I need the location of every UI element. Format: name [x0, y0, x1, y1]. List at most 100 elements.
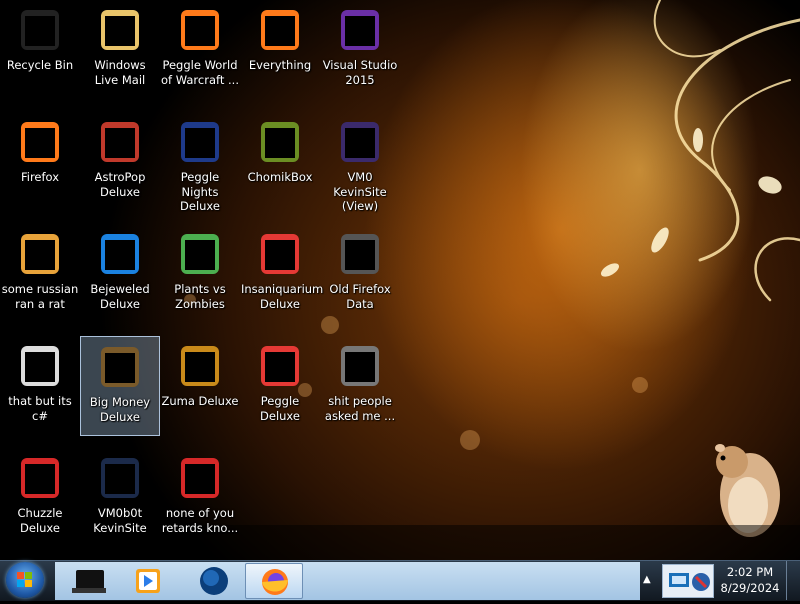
- desktop-icon-label: AstroPop Deluxe: [94, 170, 146, 199]
- redaction-box: [105, 240, 135, 270]
- peggle-icon: [255, 342, 305, 392]
- big-money-icon: [95, 343, 145, 393]
- vm-shortcut-icon: [95, 454, 145, 504]
- hamster-image: [715, 444, 780, 537]
- redaction-box: [25, 128, 55, 158]
- tray-icons: [662, 564, 714, 598]
- desktop-icon-label: Windows Live Mail: [94, 58, 146, 87]
- redaction-box: [25, 352, 55, 382]
- desktop-icon-label: Everything: [248, 58, 312, 72]
- desktop-icon-label: Visual Studio 2015: [322, 58, 398, 87]
- desktop-icon-label: Bejeweled Deluxe: [90, 282, 150, 311]
- bejeweled-icon: [95, 230, 145, 280]
- chuzzle-icon: [15, 454, 65, 504]
- redaction-box: [265, 16, 295, 46]
- exe-file-icon: [15, 230, 65, 280]
- astropop-icon: [95, 118, 145, 168]
- desktop-icon[interactable]: Recycle Bin: [0, 0, 80, 100]
- redaction-box: [185, 240, 215, 270]
- redaction-box: [105, 16, 135, 46]
- redaction-box: [105, 353, 135, 383]
- redaction-box: [105, 128, 135, 158]
- desktop-icon-label: that but its c#: [8, 394, 72, 423]
- desktop-icon-label: Peggle World of Warcraft ...: [161, 58, 239, 87]
- peggle-world-of-warcraft-icon: [175, 6, 225, 56]
- desktop-icon-label: Big Money Deluxe: [89, 395, 151, 424]
- desktop-icon[interactable]: Peggle Nights Deluxe: [160, 112, 240, 213]
- desktop-icon[interactable]: some russian ran a rat: [0, 224, 80, 324]
- desktop-icon[interactable]: AstroPop Deluxe: [80, 112, 160, 212]
- visual-studio-solution-icon: [335, 118, 385, 168]
- desktop-icon[interactable]: ChomikBox: [240, 112, 320, 212]
- redaction-box: [265, 352, 295, 382]
- zuma-icon: [175, 342, 225, 392]
- redaction-box: [345, 352, 375, 382]
- desktop-icon-label: some russian ran a rat: [1, 282, 79, 311]
- desktop-icon-label: none of you retards kno...: [161, 506, 239, 535]
- desktop-icon[interactable]: VM0 KevinSite (View): [320, 112, 400, 213]
- desktop-icon-label: VM0 KevinSite (View): [333, 170, 387, 213]
- desktop-icon[interactable]: Old Firefox Data: [320, 224, 400, 324]
- everything-search-icon: [255, 6, 305, 56]
- desktop-icon[interactable]: shit people asked me ...: [320, 336, 400, 436]
- desktop-icon-label: Peggle Nights Deluxe: [180, 170, 220, 213]
- tray-expand-arrow[interactable]: ▲: [643, 574, 651, 585]
- terminal-icon: [72, 570, 106, 593]
- redaction-box: [265, 240, 295, 270]
- windows-start-orb-icon[interactable]: [6, 562, 44, 598]
- redaction-box: [25, 240, 55, 270]
- folder-documents-icon: [335, 342, 385, 392]
- redaction-box: [345, 128, 375, 158]
- plants-vs-zombies-icon: [175, 230, 225, 280]
- clock-date: 8/29/2024: [720, 581, 780, 595]
- redaction-box: [265, 128, 295, 158]
- desktop-icon[interactable]: Peggle Deluxe: [240, 336, 320, 436]
- antivirus-icon[interactable]: [692, 573, 710, 591]
- desktop-icon-label: Plants vs Zombies: [174, 282, 226, 311]
- firefox-icon: [262, 569, 288, 595]
- media-player-icon: [136, 569, 160, 593]
- desktop-icon[interactable]: Everything: [240, 0, 320, 100]
- network-icon[interactable]: [669, 573, 689, 587]
- desktop-icon[interactable]: Insaniquarium Deluxe: [240, 224, 323, 324]
- desktop-icon[interactable]: Visual Studio 2015: [320, 0, 400, 100]
- desktop-icon-label: shit people asked me ...: [324, 394, 396, 423]
- desktop-icon[interactable]: Chuzzle Deluxe: [0, 448, 80, 548]
- desktop-icon[interactable]: Big Money Deluxe: [80, 336, 160, 436]
- redaction-box: [185, 352, 215, 382]
- desktop-icon[interactable]: that but its c#: [0, 336, 80, 436]
- recycle-bin-icon: [15, 6, 65, 56]
- desktop-icon[interactable]: Plants vs Zombies: [160, 224, 240, 324]
- redaction-box: [185, 464, 215, 494]
- desktop-icon[interactable]: Windows Live Mail: [80, 0, 160, 100]
- peggle-nights-icon: [175, 118, 225, 168]
- taskbar-clock[interactable]: 2:02 PM 8/29/2024: [718, 564, 782, 598]
- desktop-icon-label: Recycle Bin: [6, 58, 74, 72]
- desktop-icon[interactable]: none of you retards kno...: [160, 448, 240, 548]
- desktop-icon[interactable]: VM0b0t KevinSite: [80, 448, 160, 548]
- show-desktop-button[interactable]: [786, 561, 800, 600]
- firefox-icon: [15, 118, 65, 168]
- redaction-box: [25, 464, 55, 494]
- desktop-icon-label: Old Firefox Data: [329, 282, 391, 311]
- windows-live-mail-icon: [95, 6, 145, 56]
- taskbar-globe-button[interactable]: [185, 563, 243, 599]
- desktop-icon[interactable]: Firefox: [0, 112, 80, 212]
- copy-files-icon: [15, 342, 65, 392]
- desktop-icon[interactable]: Peggle World of Warcraft ...: [160, 0, 240, 100]
- desktop-icon-label: Chuzzle Deluxe: [17, 506, 63, 535]
- redaction-box: [185, 128, 215, 158]
- taskbar-terminal-button[interactable]: [60, 563, 118, 599]
- desktop-icon-label: Zuma Deluxe: [161, 394, 239, 408]
- taskbar-firefox-button[interactable]: [245, 563, 303, 599]
- desktop-icon-label: ChomikBox: [247, 170, 313, 184]
- desktop-icon[interactable]: Bejeweled Deluxe: [80, 224, 160, 324]
- redaction-box: [25, 16, 55, 46]
- taskbar-media-player-button[interactable]: [120, 563, 178, 599]
- clock-time: 2:02 PM: [726, 565, 774, 579]
- desktop-icon[interactable]: Zuma Deluxe: [160, 336, 240, 436]
- chomikbox-icon: [255, 118, 305, 168]
- popcap-game-icon: [175, 454, 225, 504]
- folder-icon: [335, 230, 385, 280]
- desktop-icon-label: VM0b0t KevinSite: [93, 506, 147, 535]
